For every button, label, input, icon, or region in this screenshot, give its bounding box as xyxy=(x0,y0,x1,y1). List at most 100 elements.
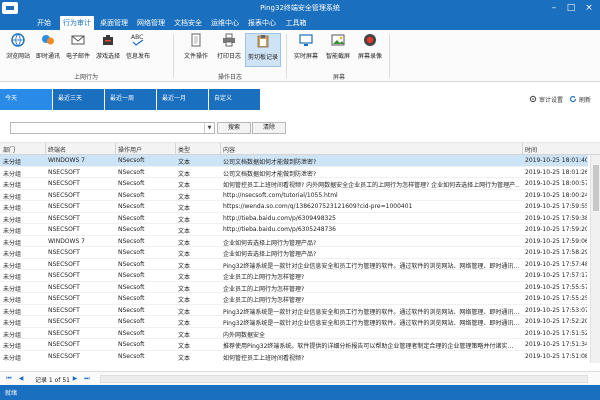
tab-last-month[interactable]: 最近一月 xyxy=(156,89,208,110)
cell-terminal: WINDOWS 7 xyxy=(48,157,85,164)
table-row[interactable]: 未分组 NSECSOFT NSecsoft 文本 https://wenda.so.co… xyxy=(0,201,588,213)
table-row[interactable]: 未分组 NSECSOFT NSecsoft 文本 推荐使用Ping32终端系统。软件提供… xyxy=(0,339,588,351)
maximize-icon[interactable]: □ xyxy=(564,1,578,15)
cell-content: Ping32终端系统是一款针对企业信息安全和员工行为管理的软件。通过软件的浏览网… xyxy=(223,308,519,316)
refresh-icon[interactable] xyxy=(569,95,577,103)
smart-screenshot-button[interactable]: 智能截屏 xyxy=(324,33,352,67)
status-bar: 就绪 xyxy=(0,385,600,400)
cell-type: 文本 xyxy=(178,228,191,235)
minimize-icon[interactable]: – xyxy=(547,1,561,15)
screen-record-button[interactable]: 屏幕录像 xyxy=(356,33,384,67)
last-record-icon[interactable]: ⏭ xyxy=(82,374,92,384)
refresh-link[interactable]: 刷新 xyxy=(579,95,591,104)
menu-start[interactable]: 开始 xyxy=(30,16,58,30)
table-row[interactable]: 未分组 NSECSOFT NSecsoft 文本 http://nsecsoft.com… xyxy=(0,190,588,201)
tab-today[interactable]: 今天 xyxy=(0,89,52,110)
cell-department: 未分组 xyxy=(3,205,22,212)
audit-settings-link[interactable]: 审计设置 xyxy=(539,95,563,104)
cell-user: NSecsoft xyxy=(118,203,145,210)
menu-document-security[interactable]: 文档安全 xyxy=(171,16,205,30)
column-header-type[interactable]: 类型 xyxy=(178,145,190,154)
abc-icon: ABC xyxy=(131,34,144,46)
table-row[interactable]: 未分组 NSECSOFT NSecsoft 文本 企业员工的上网行为怎样管理? 2019-… xyxy=(0,270,588,282)
column-header-department[interactable]: 部门 xyxy=(3,145,15,154)
cell-user: NSecsoft xyxy=(118,341,145,348)
tab-custom[interactable]: 自定义 xyxy=(208,89,260,110)
table-row[interactable]: 未分组 NSECSOFT NSecsoft 文本 企业员工的上网行为怎样管理? 2019-… xyxy=(0,293,588,305)
table-row[interactable]: 未分组 NSECSOFT NSecsoft 文本 Ping32终端系统是一款针对企业信息… xyxy=(0,316,588,328)
table-row[interactable]: 未分组 NSECSOFT NSecsoft 文本 Ping32终端系统是一款针对企业信息… xyxy=(0,305,588,316)
menu-desktop-management[interactable]: 桌面管理 xyxy=(97,16,131,30)
tab-last-week[interactable]: 最近一周 xyxy=(104,89,156,110)
scrollbar-thumb[interactable] xyxy=(593,165,599,211)
column-header-terminal[interactable]: 终端名 xyxy=(48,145,66,154)
print-log-button[interactable]: 打印日志 xyxy=(215,33,243,67)
search-button[interactable]: 搜索 xyxy=(217,122,251,134)
cell-department: 未分组 xyxy=(3,274,22,281)
cell-type: 文本 xyxy=(178,331,191,339)
game-selection-button[interactable]: 游戏选择 xyxy=(94,33,122,67)
tab-last-three-days[interactable]: 最近三天 xyxy=(52,89,104,110)
cell-time: 2019-10-25 17:52:20 xyxy=(525,318,587,325)
info-publish-button[interactable]: ABC 信息发布 xyxy=(124,33,152,67)
cell-department: 未分组 xyxy=(3,331,22,339)
table-row[interactable]: 未分组 WINDOWS 7 NSecsoft 文本 企业如何去选择上网行为管理产品? 20… xyxy=(0,236,588,247)
browse-websites-button[interactable]: 浏览网站 xyxy=(4,33,32,67)
close-icon[interactable]: × xyxy=(582,1,596,15)
menu-toolbox[interactable]: 工具箱 xyxy=(282,16,310,30)
settings-icon[interactable] xyxy=(529,95,537,103)
file-operations-button[interactable]: 文件操作 xyxy=(182,33,210,67)
ribbon: 浏览网站 即时通讯 电子邮件 游戏选择 ABC 信息发布 上网行为 文件操作 打… xyxy=(0,30,600,82)
menu-network-management[interactable]: 网络管理 xyxy=(134,16,168,30)
cell-time: 2019-10-25 18:01:26 xyxy=(525,168,587,176)
horizontal-scrollbar[interactable] xyxy=(100,375,588,383)
cell-user: NSecsoft xyxy=(118,191,145,199)
cell-department: 未分组 xyxy=(3,343,22,350)
column-header-content[interactable]: 内容 xyxy=(223,145,235,154)
table-row[interactable]: 未分组 NSECSOFT NSecsoft 文本 企业员工的上网行为怎样管理? 2019-… xyxy=(0,282,588,293)
first-record-icon[interactable]: ⏮ xyxy=(4,374,14,384)
column-header-time[interactable]: 时间 xyxy=(525,145,537,154)
cell-terminal: NSECSOFT xyxy=(48,260,80,268)
column-divider xyxy=(115,143,116,155)
vertical-scrollbar[interactable] xyxy=(590,155,600,363)
cell-terminal: WINDOWS 7 xyxy=(48,237,85,245)
menu-behavior-audit[interactable]: 行为审计 xyxy=(60,16,94,30)
record-navigator: ⏮ ◀ 记录 1 of 51 ▶ ⏭ xyxy=(0,371,600,385)
cell-time: 2019-10-25 17:57:17 xyxy=(525,272,587,279)
table-row[interactable]: 未分组 NSECSOFT NSecsoft 文本 如何管控员工上班时间看视频? 2019-… xyxy=(0,351,588,362)
menu-report-center[interactable]: 报表中心 xyxy=(245,16,279,30)
cell-user: NSecsoft xyxy=(118,318,145,325)
file-icon xyxy=(191,33,201,47)
table-row[interactable]: 未分组 NSECSOFT NSecsoft 文本 如何管控员工上班时间看视频? 内外网数… xyxy=(0,178,588,190)
cell-department: 未分组 xyxy=(3,239,22,247)
realtime-screen-button[interactable]: 实时屏幕 xyxy=(292,33,320,67)
next-record-icon[interactable]: ▶ xyxy=(70,374,80,384)
cell-department: 未分组 xyxy=(3,170,22,178)
cell-type: 文本 xyxy=(178,285,191,293)
cell-terminal: NSECSOFT xyxy=(48,191,80,199)
cell-department: 未分组 xyxy=(3,320,22,327)
search-combo[interactable]: ▼ xyxy=(10,122,215,134)
table-row[interactable]: 未分组 NSECSOFT NSecsoft 文本 内外网数据安全 2019-10-25 1… xyxy=(0,328,588,339)
table-row[interactable]: 未分组 WINDOWS 7 NSecsoft 文本 公司文档数据如何才能做到防泄密? 20… xyxy=(0,155,588,167)
menu-ops-center[interactable]: 运维中心 xyxy=(208,16,242,30)
email-button[interactable]: 电子邮件 xyxy=(64,33,92,67)
previous-record-icon[interactable]: ◀ xyxy=(16,374,26,384)
clear-button[interactable]: 清除 xyxy=(252,122,286,134)
instant-messaging-button[interactable]: 即时通讯 xyxy=(34,33,62,67)
cell-content: 公司文档数据如何才能做到防泄密? xyxy=(223,159,317,166)
table-row[interactable]: 未分组 NSECSOFT NSecsoft 文本 公司文档数据如何才能做到防泄密? 201… xyxy=(0,167,588,178)
records-table: 部门 终端名 操作用户 类型 内容 时间 未分组 WINDOWS 7 NSecsof… xyxy=(0,143,600,371)
table-row[interactable]: 未分组 NSECSOFT NSecsoft 文本 http://tieba.baidu.… xyxy=(0,224,588,236)
cell-content: 企业如何去选择上网行为管理产品? xyxy=(223,251,317,258)
column-header-user[interactable]: 操作用户 xyxy=(118,145,142,154)
table-row[interactable]: 未分组 NSECSOFT NSecsoft 文本 企业如何去选择上网行为管理产品? 201… xyxy=(0,247,588,259)
cell-user: NSecsoft xyxy=(118,272,145,279)
cell-user: NSecsoft xyxy=(118,283,145,291)
clipboard-records-button[interactable]: 剪切板记录 xyxy=(245,33,281,67)
table-row[interactable]: 未分组 NSECSOFT NSecsoft 文本 Ping32终端系统是一款针对企业信息… xyxy=(0,259,588,270)
chevron-down-icon[interactable]: ▼ xyxy=(204,123,214,133)
table-row[interactable]: 未分组 NSECSOFT NSecsoft 文本 http://tieba.baidu.… xyxy=(0,213,588,224)
cell-content: 企业如何去选择上网行为管理产品? xyxy=(223,239,317,247)
